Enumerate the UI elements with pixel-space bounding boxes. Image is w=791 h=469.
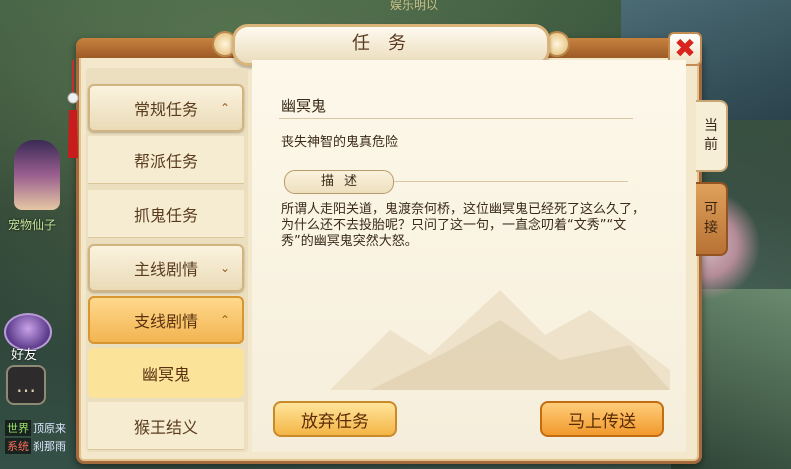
chevron-up-icon: ⌃ [219, 101, 230, 115]
category-label: 帮派任务 [133, 151, 198, 171]
task-subtitle: 丧失神智的鬼真危险 [281, 135, 399, 150]
chat-bubble-icon[interactable]: … [6, 365, 46, 405]
task-item-selected[interactable]: 幽冥鬼 [88, 348, 244, 398]
category-ghost-tasks[interactable]: 抓鬼任务 [88, 190, 244, 238]
divider [279, 118, 633, 119]
category-label: 常规任务 [133, 100, 198, 119]
chevron-down-icon: ⌄ [219, 261, 230, 275]
task-item-label: 猴王结义 [133, 417, 198, 437]
chat-channel-system: 系统 [5, 438, 31, 454]
category-label: 抓鬼任务 [133, 205, 198, 225]
mountain-painting [330, 290, 670, 390]
category-label: 支线剧情 [133, 312, 198, 331]
task-item[interactable]: 猴王结义 [88, 402, 244, 450]
teleport-button[interactable]: 马上传送 [540, 401, 664, 437]
tab-available[interactable]: 可 接 [696, 182, 728, 256]
chat-channel-world: 世界 [5, 420, 31, 436]
abandon-task-button[interactable]: 放弃任务 [273, 401, 397, 437]
task-description: 所谓人走阳关道，鬼渡奈何桥，这位幽冥鬼已经死了这么久了，为什么还不去投胎呢？只问… [281, 202, 646, 249]
task-item-label: 幽冥鬼 [141, 365, 190, 384]
chat-message: 顶原来 [33, 422, 66, 435]
scene-top-text: 娱乐明以 [390, 0, 439, 12]
tab-label: 当 [704, 118, 718, 134]
category-regular-tasks[interactable]: 常规任务 ⌃ [88, 84, 244, 132]
category-label: 主线剧情 [133, 260, 198, 279]
category-side-story[interactable]: 支线剧情 ⌃ [88, 296, 244, 344]
category-main-story[interactable]: 主线剧情 ⌄ [88, 244, 244, 292]
window-title: 任务 [352, 33, 424, 54]
chat-message: 刹那雨 [33, 440, 66, 453]
friend-label[interactable]: 好友 [11, 344, 37, 363]
tab-current[interactable]: 当 前 [696, 100, 728, 172]
tab-label: 前 [704, 137, 718, 153]
tab-label: 接 [704, 220, 718, 236]
chevron-up-icon: ⌃ [219, 313, 230, 327]
tab-label: 可 [704, 201, 718, 217]
category-gang-tasks[interactable]: 帮派任务 [88, 136, 244, 184]
tassel-ornament [67, 60, 79, 158]
pet-label: 宠物仙子 [8, 218, 57, 232]
task-title: 幽冥鬼 [281, 97, 327, 115]
description-tag: 描述 [284, 170, 394, 194]
close-icon: ✖ [674, 34, 696, 64]
pet-character[interactable] [14, 140, 60, 210]
